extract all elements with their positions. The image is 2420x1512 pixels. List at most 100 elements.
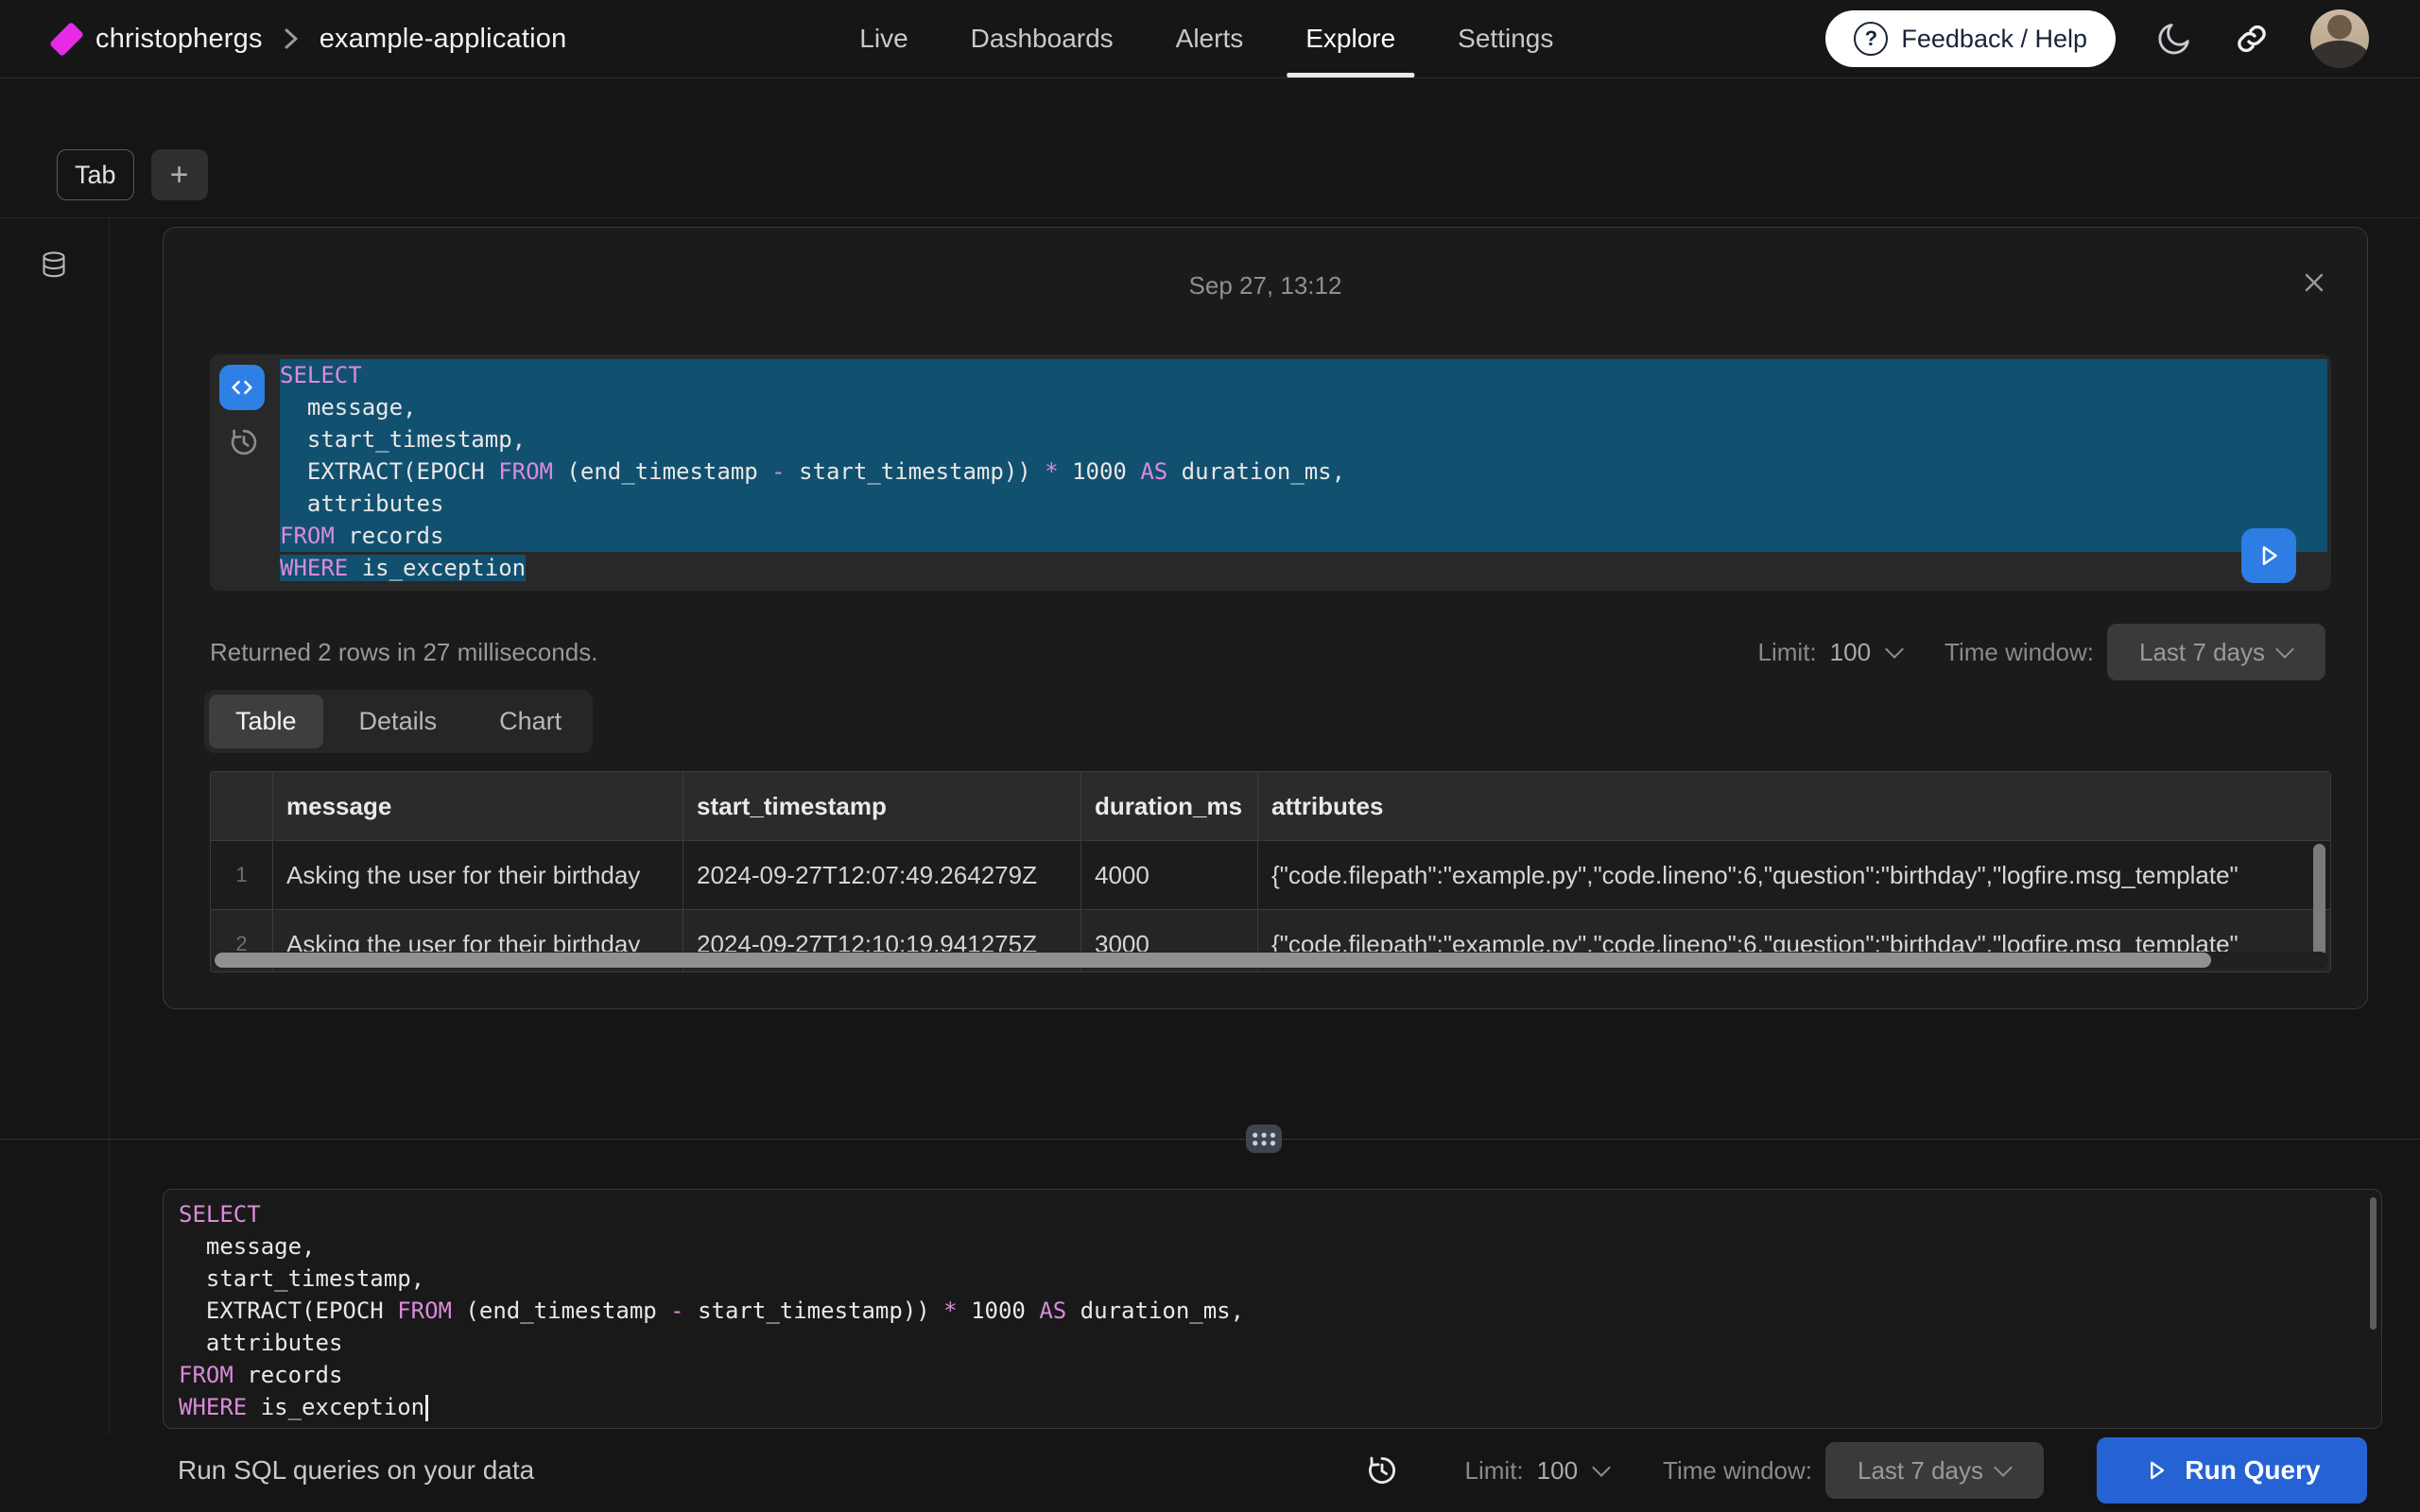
table-cell: {"code.filepath":"example.py","code.line… xyxy=(1258,841,2330,909)
nav-menu: Live Dashboards Alerts Explore Settings xyxy=(859,0,1553,77)
column-header-attributes[interactable]: attributes xyxy=(1258,772,2330,840)
table-cell: 4000 xyxy=(1081,841,1258,909)
sql-line: FROM records xyxy=(280,520,2327,552)
result-meta-row: Returned 2 rows in 27 milliseconds. Limi… xyxy=(210,623,2325,681)
column-header-duration_ms[interactable]: duration_ms xyxy=(1081,772,1258,840)
result-status: Returned 2 rows in 27 milliseconds. xyxy=(210,638,597,667)
results-table: messagestart_timestampduration_msattribu… xyxy=(210,771,2331,972)
breadcrumb-project[interactable]: example-application xyxy=(320,24,567,55)
history-icon[interactable] xyxy=(1365,1453,1399,1487)
time-window-select[interactable]: Last 7 days xyxy=(2107,624,2325,680)
avatar[interactable] xyxy=(2310,9,2369,68)
time-window-control: Time window: Last 7 days xyxy=(1945,624,2325,680)
table-row[interactable]: 1Asking the user for their birthday2024-… xyxy=(211,841,2330,910)
sql-line: EXTRACT(EPOCH FROM (end_timestamp - star… xyxy=(179,1295,2362,1327)
sql-line: WHERE is_exception xyxy=(179,1391,2362,1422)
time-window-control: Time window: Last 7 days xyxy=(1663,1442,2044,1499)
close-icon[interactable] xyxy=(2301,269,2327,296)
limit-control[interactable]: Limit: 100 xyxy=(1465,1456,1611,1486)
editor-scrollbar[interactable] xyxy=(2370,1197,2377,1330)
help-circle-icon: ? xyxy=(1854,22,1888,56)
result-timestamp: Sep 27, 13:12 xyxy=(164,271,2367,301)
sql-line: start_timestamp, xyxy=(179,1263,2362,1295)
logfire-explore-page: christophergs example-application Live Da… xyxy=(0,0,2420,1512)
sql-line: start_timestamp, xyxy=(280,423,2327,455)
time-window-select[interactable]: Last 7 days xyxy=(1825,1442,2044,1499)
column-header-start_timestamp[interactable]: start_timestamp xyxy=(683,772,1081,840)
sql-line: SELECT xyxy=(280,359,2327,391)
editor-sql-code[interactable]: SELECT message, start_timestamp, EXTRACT… xyxy=(179,1198,2362,1422)
chevron-down-icon xyxy=(2275,640,2294,659)
sidebar xyxy=(0,218,110,1435)
code-icon xyxy=(229,374,255,401)
top-nav: christophergs example-application Live Da… xyxy=(0,0,2420,78)
view-tabs: TableDetailsChart xyxy=(204,690,593,753)
breadcrumb: christophergs example-application xyxy=(55,24,566,55)
table-vertical-scrollbar[interactable] xyxy=(2313,844,2325,957)
table-header-row: messagestart_timestampduration_msattribu… xyxy=(211,772,2330,841)
nav-item-live[interactable]: Live xyxy=(859,0,908,77)
view-tab-chart[interactable]: Chart xyxy=(473,695,588,748)
sql-editor[interactable]: SELECT message, start_timestamp, EXTRACT… xyxy=(163,1189,2382,1429)
tab-button[interactable]: Tab xyxy=(57,149,134,200)
sql-line: FROM records xyxy=(179,1359,2362,1391)
content-top-divider xyxy=(0,217,2420,218)
chevron-down-icon xyxy=(1994,1458,2013,1477)
footer-bar: Run SQL queries on your data Limit: 100 … xyxy=(0,1429,2420,1512)
limit-value: 100 xyxy=(1830,638,1871,667)
sql-gutter xyxy=(210,354,280,591)
breadcrumb-chevron-icon xyxy=(282,25,301,53)
breadcrumb-org[interactable]: christophergs xyxy=(95,24,263,55)
limit-control[interactable]: Limit: 100 xyxy=(1758,638,1904,667)
editor-hint: Run SQL queries on your data xyxy=(178,1455,534,1486)
table-cell: 1 xyxy=(211,841,273,909)
nav-actions: ? Feedback / Help xyxy=(1825,0,2369,77)
theme-toggle-button[interactable] xyxy=(2155,20,2193,58)
feedback-help-label: Feedback / Help xyxy=(1901,25,2087,54)
feedback-help-button[interactable]: ? Feedback / Help xyxy=(1825,10,2116,67)
column-header-message[interactable]: message xyxy=(273,772,683,840)
moon-icon xyxy=(2155,20,2193,58)
run-selection-button[interactable] xyxy=(2241,528,2296,583)
sql-line: EXTRACT(EPOCH FROM (end_timestamp - star… xyxy=(280,455,2327,488)
play-icon xyxy=(2143,1457,2169,1484)
result-sql-code[interactable]: SELECT message, start_timestamp, EXTRACT… xyxy=(280,359,2327,586)
logfire-logo-icon[interactable] xyxy=(49,21,84,56)
time-window-value: Last 7 days xyxy=(1858,1456,1983,1486)
share-link-button[interactable] xyxy=(2233,20,2271,58)
split-divider xyxy=(0,1139,2420,1140)
play-icon xyxy=(2255,541,2283,570)
sql-line: message, xyxy=(280,391,2327,423)
drag-handle[interactable] xyxy=(1246,1125,1282,1153)
horizontal-scrollbar-thumb[interactable] xyxy=(215,953,2211,968)
view-tab-details[interactable]: Details xyxy=(333,695,464,748)
database-icon[interactable] xyxy=(41,250,67,281)
nav-item-settings[interactable]: Settings xyxy=(1458,0,1553,77)
history-icon[interactable] xyxy=(228,426,260,458)
limit-label: Limit: xyxy=(1465,1456,1524,1486)
result-sql-block: SELECT message, start_timestamp, EXTRACT… xyxy=(210,354,2331,591)
sql-line: attributes xyxy=(179,1327,2362,1359)
nav-item-explore[interactable]: Explore xyxy=(1305,0,1395,77)
time-window-value: Last 7 days xyxy=(2139,638,2265,667)
sql-line: attributes xyxy=(280,488,2327,520)
query-result-card: Sep 27, 13:12 SELECT message, start_time… xyxy=(163,227,2368,1009)
time-window-label: Time window: xyxy=(1663,1456,1812,1486)
view-tab-table[interactable]: Table xyxy=(209,695,323,748)
limit-value: 100 xyxy=(1537,1456,1578,1486)
text-cursor xyxy=(425,1395,428,1421)
sql-line: message, xyxy=(179,1230,2362,1263)
limit-label: Limit: xyxy=(1758,638,1817,667)
code-icon-button[interactable] xyxy=(219,365,265,410)
add-tab-button[interactable]: + xyxy=(151,149,208,200)
link-icon xyxy=(2233,20,2271,58)
nav-item-alerts[interactable]: Alerts xyxy=(1176,0,1244,77)
table-cell: Asking the user for their birthday xyxy=(273,841,683,909)
table-horizontal-scrollbar[interactable] xyxy=(213,952,2328,969)
nav-item-dashboards[interactable]: Dashboards xyxy=(971,0,1114,77)
sql-line: WHERE is_exception xyxy=(280,552,2327,584)
chevron-down-icon xyxy=(1592,1458,1611,1477)
run-query-button[interactable]: Run Query xyxy=(2097,1437,2367,1503)
chevron-down-icon xyxy=(1885,640,1904,659)
column-header-rownum xyxy=(211,772,273,840)
